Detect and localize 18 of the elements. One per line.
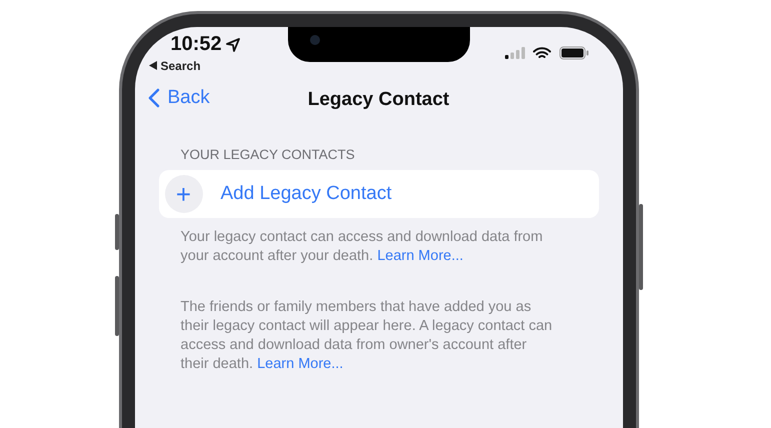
battery-icon xyxy=(558,46,588,60)
back-button[interactable]: Back xyxy=(148,87,210,109)
learn-more-link[interactable]: Learn More... xyxy=(257,356,344,372)
add-legacy-contact-button[interactable]: + Add Legacy Contact xyxy=(158,170,598,218)
back-triangle-icon xyxy=(148,61,156,70)
wifi-icon xyxy=(532,46,550,60)
plus-icon: + xyxy=(164,175,202,213)
signal-icon xyxy=(504,47,524,59)
info-text: The friends or family members that have added you as their legacy contact will appear here. A legacy contact can access and download data from owner's account after their death. Learn More... xyxy=(180,298,554,374)
chevron-left-icon xyxy=(148,88,160,108)
camera-icon xyxy=(310,35,320,45)
back-to-app-link[interactable]: Search xyxy=(148,59,240,73)
section-header: YOUR LEGACY CONTACTS xyxy=(180,147,356,162)
status-time: 10:52 xyxy=(170,33,222,56)
location-arrow-icon xyxy=(226,38,240,52)
screen-title: Legacy Contact xyxy=(308,89,450,111)
learn-more-link[interactable]: Learn More... xyxy=(377,248,464,264)
section-footer-text: Your legacy contact can access and download data from your account after your death. Learn More... xyxy=(180,228,544,266)
